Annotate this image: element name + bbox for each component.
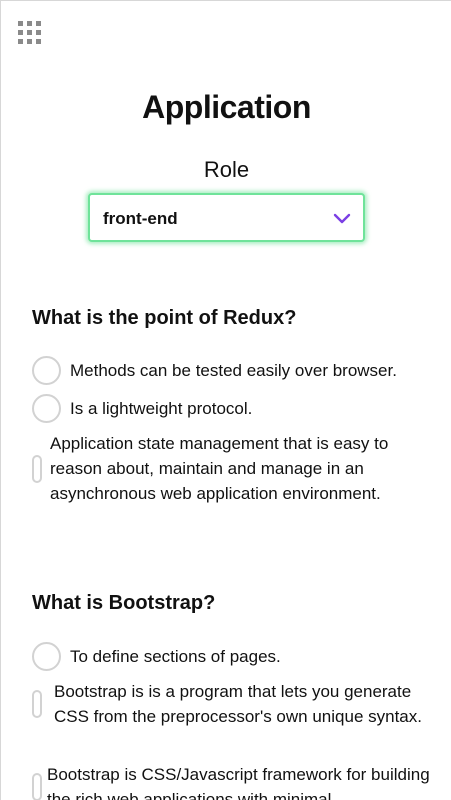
radio-button[interactable] <box>32 454 42 483</box>
answer-option-label: Bootstrap is is a program that lets you … <box>54 682 422 726</box>
answer-option[interactable]: Bootstrap is is a program that lets you … <box>32 679 432 729</box>
radio-button[interactable] <box>32 394 61 423</box>
answer-option-label: Bootstrap is CSS/Javascript framework fo… <box>47 765 430 800</box>
role-select[interactable]: front-end <box>88 193 365 242</box>
radio-button[interactable] <box>32 690 42 718</box>
answer-option[interactable]: Is a lightweight protocol. <box>32 394 252 423</box>
role-select-value: front-end <box>103 209 178 228</box>
application-page: Application Role front-end What is the p… <box>0 0 451 800</box>
answer-option[interactable]: Methods can be tested easily over browse… <box>32 356 397 385</box>
answer-option[interactable]: Bootstrap is CSS/Javascript framework fo… <box>32 762 432 800</box>
radio-button[interactable] <box>32 356 61 385</box>
chevron-down-icon <box>333 213 351 224</box>
role-label: Role <box>203 157 250 182</box>
answer-option-label: Is a lightweight protocol. <box>70 399 253 418</box>
page-title: Application <box>142 89 311 125</box>
answer-option[interactable]: Application state management that is eas… <box>32 431 422 506</box>
radio-button[interactable] <box>32 773 42 800</box>
question-title: What is Bootstrap? <box>32 592 216 614</box>
answer-option-label: Methods can be tested easily over browse… <box>70 361 397 380</box>
grid-menu-icon[interactable] <box>18 21 44 45</box>
answer-option-label: Application state management that is eas… <box>50 434 389 503</box>
radio-button[interactable] <box>32 642 61 671</box>
question-title: What is the point of Redux? <box>32 307 297 329</box>
answer-option[interactable]: To define sections of pages. <box>32 642 281 671</box>
answer-option-label: To define sections of pages. <box>70 647 281 666</box>
